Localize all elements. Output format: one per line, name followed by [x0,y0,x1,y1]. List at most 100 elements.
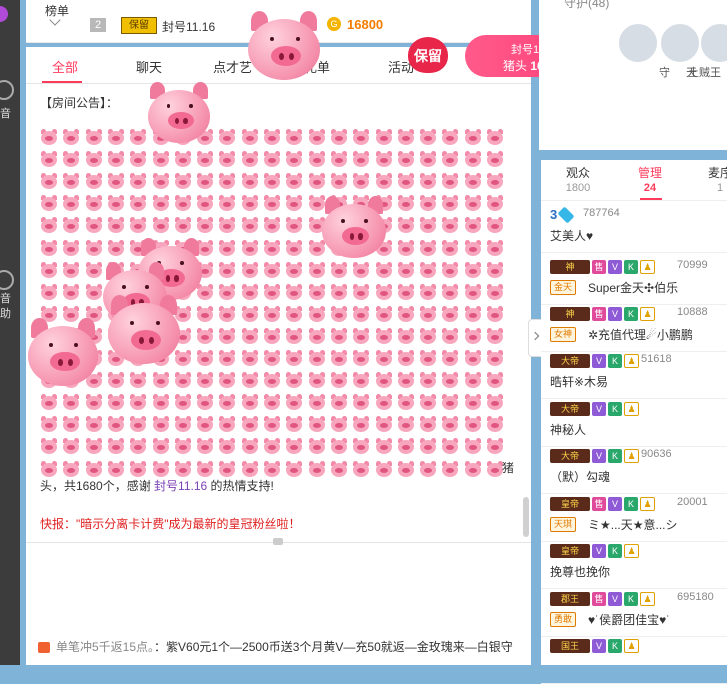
pig-head-icon [85,460,103,477]
pig-head-icon [375,173,393,190]
tab-chat[interactable]: 聊天 [136,57,162,76]
pig-head-icon [62,239,80,256]
pig-head-icon [486,283,504,300]
pig-head-icon [152,438,170,455]
k-icon: K [608,449,622,463]
pig-head-icon [397,416,415,433]
user-name[interactable]: ミ★...天★意...シ [588,516,678,533]
pig-head-icon [40,416,58,433]
user-icon: ♟ [640,592,655,606]
pig-head-icon [464,129,482,145]
pig-head-icon [352,327,370,344]
guard-panel: 守护(48) 守 天 土贼王 [539,0,727,150]
mic-icon[interactable] [0,80,14,100]
audience-user-row[interactable]: 国王 V K ♟ [541,635,727,684]
user-badges: 国王 V K ♟ [550,639,641,653]
thanks-prefix: 猪 [502,461,515,475]
guard-avatar-3-label: 土贼王 [688,67,721,79]
tab-all[interactable]: 全部 [52,57,78,76]
rank-user-name[interactable]: 封号11.16 [162,18,215,35]
pig-head-icon [441,350,459,366]
chat-scrollbar[interactable] [523,497,529,537]
pig-head-icon [308,372,326,389]
pig-head-icon [62,217,80,234]
audience-user-row[interactable]: 神售 V K ♟ 10888 女神 ✲充值代理☄小鹏鹏 [541,303,727,352]
pig-head-icon [441,460,459,477]
pig-head-icon [196,151,214,168]
chat-resize-divider[interactable] [26,538,531,545]
audience-user-row[interactable]: 大帝 V K ♟ 神秘人 [541,398,727,447]
user-name[interactable]: （默）勾魂 [550,468,610,485]
user-badges: 大帝 V K ♟ [550,449,641,463]
pig-head-icon [85,261,103,278]
audience-user-row[interactable]: 大帝 V K ♟ 51618 晧轩※木易 [541,350,727,399]
pig-head-icon [107,394,125,411]
user-name[interactable]: ♥˙侯爵团佳宝♥˙ [588,611,670,628]
user-id: 10888 [677,306,708,318]
guard-avatar-3[interactable] [699,22,727,64]
vip-icon: V [592,544,606,558]
user-name[interactable]: 晧轩※木易 [550,373,608,390]
user-id: 20001 [677,496,708,508]
fan-tag: 金天 [550,280,577,295]
pig-head-icon [419,460,437,477]
user-badges: 大帝 V K ♟ [550,354,641,368]
pig-head-icon [419,173,437,190]
pig-head-icon [419,239,437,256]
user-name[interactable]: 挽尊也挽你 [550,563,610,580]
pig-head-icon [263,217,281,234]
pig-head-icon [330,350,348,366]
rank-title-badge: 神 [550,260,590,274]
pig-head-icon [174,394,192,411]
pig-head-icon [241,239,259,256]
user-name[interactable]: Super金天✣伯乐 [588,279,678,296]
audience-user-row[interactable]: 皇帝售 V K ♟ 20001 天琪 ミ★...天★意...シ [541,493,727,542]
help-icon[interactable] [0,270,14,290]
guard-avatar-2[interactable] [659,22,701,64]
pig-head-icon [85,129,103,145]
thanks-user-link[interactable]: 封号11.16 [154,479,207,493]
user-icon: ♟ [624,544,639,558]
tab-audience[interactable]: 观众 1800 [553,166,603,196]
audience-user-row[interactable]: 郡王售 V K ♟ 695180 勇敢 ♥˙侯爵团佳宝♥˙ [541,588,727,637]
audience-user-row[interactable]: 大帝 V K ♟ 90636 （默）勾魂 [541,445,727,494]
pig-head-icon [85,151,103,168]
pig-head-icon [375,350,393,366]
audience-user-row[interactable]: 皇帝 V K ♟ 挽尊也挽你 [541,540,727,589]
pig-head-icon [486,305,504,322]
pig-head-icon [308,283,326,300]
shop-icon: 售 [592,260,606,274]
tab-talent[interactable]: 点才艺 [213,57,252,76]
pig-head-icon [419,261,437,278]
guard-avatar-1[interactable] [617,22,659,64]
pig-head-icon [285,327,303,344]
pig-head-icon [486,350,504,366]
pig-head-icon [40,438,58,455]
tab-admin[interactable]: 管理 24 [625,166,675,196]
audience-user-row[interactable]: 神售 V K ♟ 70999 金天 Super金天✣伯乐 [541,256,727,305]
user-name[interactable]: 神秘人 [550,421,586,438]
user-name[interactable]: ✲充值代理☄小鹏鹏 [588,326,693,343]
pig-head-icon [263,173,281,190]
pig-head-icon [486,261,504,278]
pig-head-icon [441,394,459,411]
pig-head-icon [352,438,370,455]
user-badges: 神售 V K ♟ [550,260,657,274]
resize-grip-icon[interactable] [273,538,283,545]
pig-head-icon [419,217,437,234]
audience-tab-indicator [640,198,662,200]
tab-mic-queue[interactable]: 麦序 1 [695,166,727,196]
user-name[interactable]: 艾美人♥ [550,227,593,244]
pig-head-icon [419,394,437,411]
pig-head-icon [419,283,437,300]
vip-icon: V [608,307,622,321]
pig-head-icon [397,129,415,145]
tab-mic-count: 1 [716,182,724,194]
pig-head-icon [441,151,459,168]
pig-head-icon [129,438,147,455]
pig-head-icon [152,372,170,389]
app-logo-icon[interactable] [0,6,8,22]
pig-head-icon [486,394,504,411]
audience-user-row[interactable]: 3 787764 艾美人♥ [541,204,727,253]
pig-head-icon [241,460,259,477]
